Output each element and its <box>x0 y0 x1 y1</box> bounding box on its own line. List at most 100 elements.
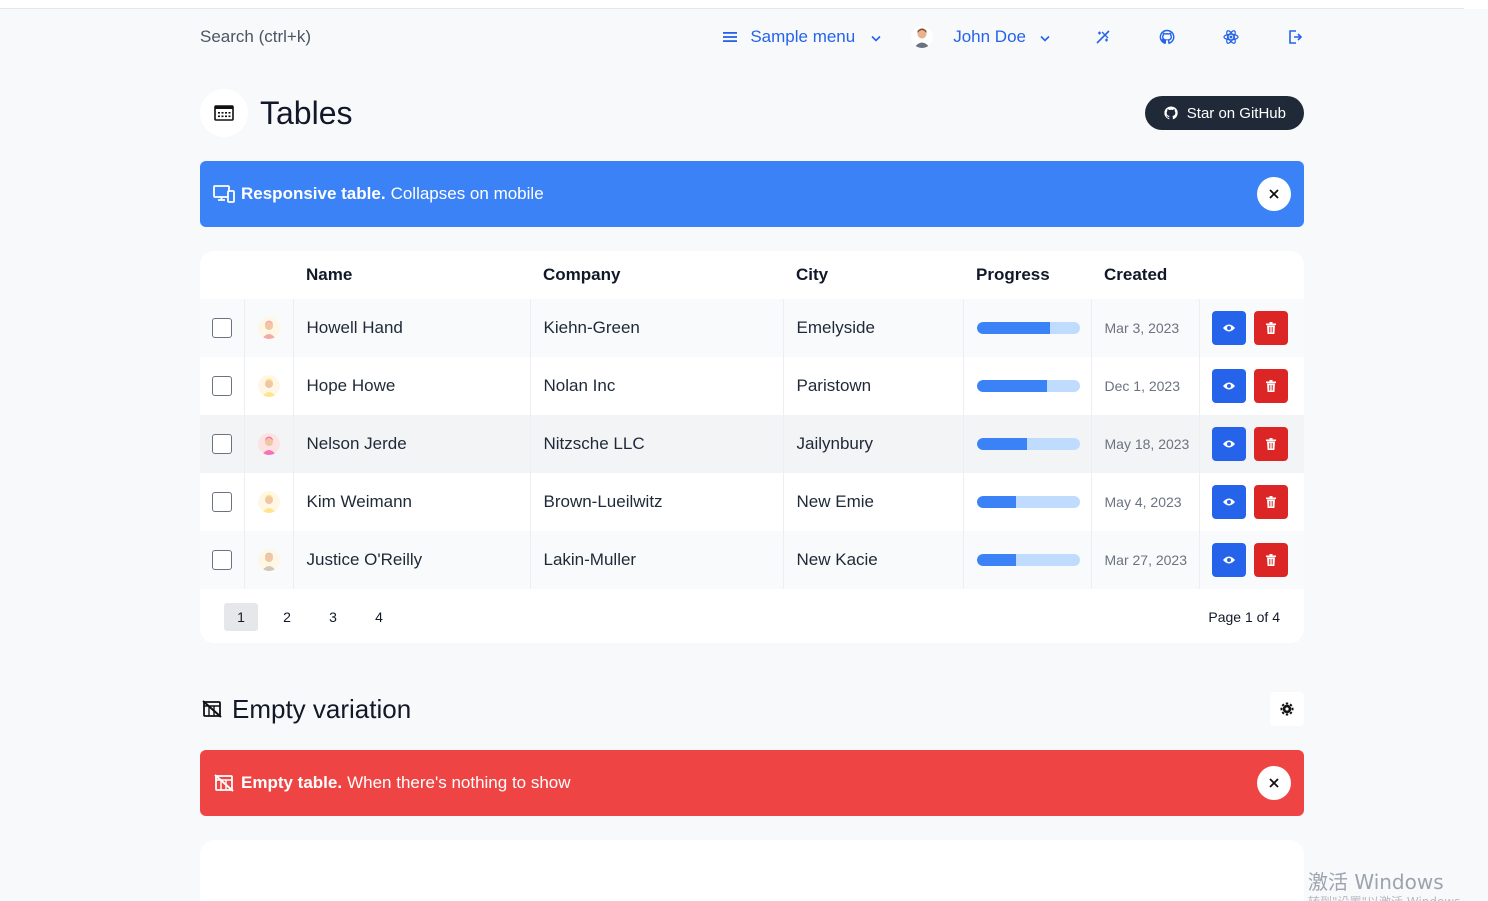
cell-progress <box>963 299 1092 357</box>
progress-fill <box>976 380 1047 392</box>
eye-icon <box>1222 324 1235 332</box>
avatar <box>257 375 280 397</box>
header-progress[interactable]: Progress <box>963 251 1091 299</box>
row-checkbox[interactable] <box>212 492 232 512</box>
github-icon[interactable] <box>1158 28 1176 46</box>
info-banner: Responsive table. Collapses on mobile <box>200 161 1304 227</box>
page-button-4[interactable]: 4 <box>362 603 396 631</box>
cell-name: Kim Weimann <box>293 473 531 531</box>
header-select <box>200 251 244 299</box>
table-row: Justice O'Reilly Lakin-Muller New Kacie … <box>200 531 1304 589</box>
table-icon <box>200 89 248 137</box>
avatar <box>257 317 280 339</box>
paint-icon[interactable] <box>1094 28 1112 46</box>
view-button[interactable] <box>1211 485 1246 519</box>
delete-button[interactable] <box>1253 485 1288 519</box>
avatar-cell <box>244 357 294 415</box>
header-company[interactable]: Company <box>530 251 783 299</box>
view-button[interactable] <box>1211 311 1246 345</box>
search-input[interactable]: Search (ctrl+k) <box>200 27 722 47</box>
page-button-2[interactable]: 2 <box>270 603 304 631</box>
cell-created: May 4, 2023 <box>1091 473 1200 531</box>
empty-banner-title: Empty table. <box>241 773 343 792</box>
empty-variation-header: Empty variation <box>200 690 1304 728</box>
trash-icon <box>1265 554 1276 566</box>
delete-button[interactable] <box>1253 543 1288 577</box>
cell-company: Brown-Lueilwitz <box>530 473 784 531</box>
progress-fill <box>976 438 1027 450</box>
close-icon <box>1269 189 1279 199</box>
page-button-3[interactable]: 3 <box>316 603 350 631</box>
chevron-down-icon <box>1040 27 1050 47</box>
info-banner-text: Responsive table. Collapses on mobile <box>241 184 1257 204</box>
trash-icon <box>1265 322 1276 334</box>
cell-progress <box>963 531 1092 589</box>
star-on-github-button[interactable]: Star on GitHub <box>1144 96 1304 130</box>
progress-bar <box>976 380 1080 392</box>
monitor-cellphone-icon <box>213 183 235 205</box>
logout-icon[interactable] <box>1286 28 1304 46</box>
header-actions <box>1199 251 1304 299</box>
navbar: Search (ctrl+k) Sample menu John Doe <box>200 18 1304 56</box>
close-banner-button[interactable] <box>1257 766 1291 800</box>
cell-name: Nelson Jerde <box>293 415 531 473</box>
row-select-cell <box>200 357 245 415</box>
table-row: Kim Weimann Brown-Lueilwitz New Emie May… <box>200 473 1304 531</box>
cell-name: Justice O'Reilly <box>293 531 531 589</box>
row-checkbox[interactable] <box>212 550 232 570</box>
user-name: John Doe <box>953 27 1026 46</box>
cell-company: Nitzsche LLC <box>530 415 784 473</box>
section-title: Empty variation <box>232 693 412 724</box>
row-checkbox[interactable] <box>212 434 232 454</box>
trash-icon <box>1265 496 1276 508</box>
cell-actions <box>1199 473 1304 531</box>
cell-progress <box>963 357 1092 415</box>
view-button[interactable] <box>1211 369 1246 403</box>
page-button-1[interactable]: 1 <box>224 603 258 631</box>
empty-banner-text: Empty table. When there's nothing to show <box>241 773 1257 793</box>
row-select-cell <box>200 531 245 589</box>
header-city[interactable]: City <box>783 251 963 299</box>
header-name[interactable]: Name <box>293 251 530 299</box>
cell-created: Dec 1, 2023 <box>1091 357 1200 415</box>
cell-created: Mar 27, 2023 <box>1091 531 1200 589</box>
row-checkbox[interactable] <box>212 376 232 396</box>
progress-bar <box>976 554 1080 566</box>
trash-icon <box>1265 380 1276 392</box>
user-menu[interactable]: John Doe <box>911 26 1050 48</box>
view-button[interactable] <box>1211 543 1246 577</box>
close-icon <box>1269 778 1279 788</box>
info-banner-message: Collapses on mobile <box>390 184 544 203</box>
view-button[interactable] <box>1211 427 1246 461</box>
react-icon[interactable] <box>1222 28 1240 46</box>
delete-button[interactable] <box>1253 369 1288 403</box>
delete-button[interactable] <box>1253 427 1288 461</box>
page-title: Tables <box>260 94 353 131</box>
progress-fill <box>976 496 1016 508</box>
cell-created: May 18, 2023 <box>1091 415 1200 473</box>
cell-actions <box>1199 415 1304 473</box>
avatar-cell <box>244 473 294 531</box>
table-off-icon <box>213 772 235 794</box>
cell-actions <box>1199 531 1304 589</box>
avatar <box>911 26 934 48</box>
header-created[interactable]: Created <box>1091 251 1199 299</box>
row-select-cell <box>200 415 245 473</box>
trash-icon <box>1265 438 1276 450</box>
progress-fill <box>976 322 1050 334</box>
close-banner-button[interactable] <box>1257 177 1291 211</box>
row-checkbox[interactable] <box>212 318 232 338</box>
eye-icon <box>1222 498 1235 506</box>
eye-icon <box>1222 556 1235 564</box>
empty-table-card <box>200 840 1304 901</box>
avatar-cell <box>244 531 294 589</box>
sample-menu[interactable]: Sample menu <box>722 27 881 47</box>
cell-city: New Kacie <box>783 531 964 589</box>
cell-company: Nolan Inc <box>530 357 784 415</box>
chevron-down-icon <box>871 27 881 47</box>
delete-button[interactable] <box>1253 311 1288 345</box>
cell-city: Emelyside <box>783 299 964 357</box>
info-banner-title: Responsive table. <box>241 184 386 203</box>
cell-progress <box>963 415 1092 473</box>
settings-button[interactable] <box>1270 692 1304 726</box>
